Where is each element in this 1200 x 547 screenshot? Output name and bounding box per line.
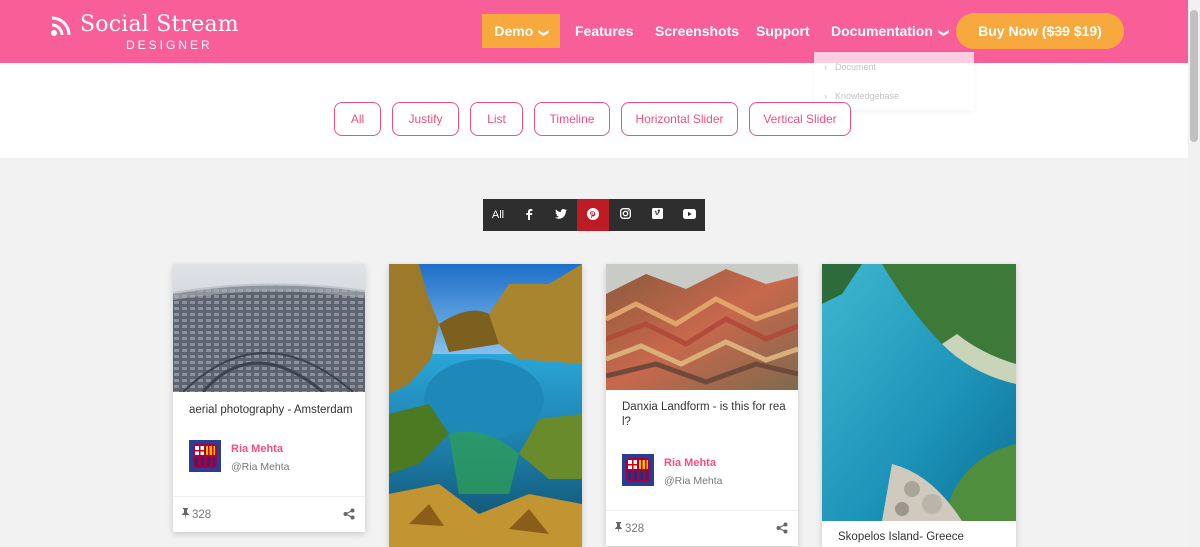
card-image[interactable] (606, 264, 798, 390)
avatar[interactable] (189, 440, 221, 472)
feed-card[interactable]: aerial photography - Amsterdam Ria Mehta… (173, 264, 365, 532)
buy-label: Buy Now ( (978, 23, 1047, 39)
pin-count-value: 328 (192, 509, 212, 521)
pin-icon (182, 508, 189, 519)
nav-documentation[interactable]: Documentation ❯ (831, 14, 949, 48)
card-footer: 328 (173, 496, 365, 532)
social-filter-bar: All (483, 199, 705, 231)
pin-count: 328 (614, 522, 644, 535)
share-icon[interactable] (343, 508, 355, 520)
logo[interactable]: Social Stream DESIGNER (50, 12, 239, 52)
youtube-icon[interactable] (673, 199, 705, 231)
dropdown-item-knowledgebase[interactable]: › Knowledgebase (824, 91, 907, 101)
chevron-right-icon: › (824, 91, 827, 101)
nav-screenshots[interactable]: Screenshots (655, 14, 739, 48)
instagram-icon[interactable] (609, 199, 641, 231)
rss-icon (51, 16, 71, 36)
share-icon[interactable] (776, 522, 788, 534)
filter-justify[interactable]: Justify (392, 102, 459, 136)
nav-support[interactable]: Support (756, 14, 810, 48)
pin-count-value: 328 (625, 523, 645, 535)
new-price: $19) (1069, 23, 1102, 39)
pinterest-icon[interactable] (577, 199, 609, 231)
chevron-down-icon: ❯ (938, 28, 950, 38)
dropdown-item-document[interactable]: › Document (824, 62, 884, 72)
filter-horizontal-slider[interactable]: Horizontal Slider (621, 102, 738, 136)
chevron-right-icon: › (824, 62, 827, 72)
author-name[interactable]: Ria Mehta (664, 457, 716, 469)
dropdown-item-label: Knowledgebase (835, 91, 900, 101)
card-image[interactable] (173, 264, 365, 392)
social-filter-all[interactable]: All (483, 199, 513, 231)
layout-filter: All Justify List Timeline Horizontal Sli… (334, 102, 851, 136)
dropdown-item-label: Document (835, 62, 877, 72)
avatar[interactable] (622, 454, 654, 486)
nav-features[interactable]: Features (575, 14, 633, 48)
site-header: Social Stream DESIGNER Demo ❯ Features Sc… (0, 0, 1188, 63)
author-handle: @Ria Mehta (664, 475, 723, 487)
feed-card[interactable] (389, 264, 582, 547)
pin-icon (615, 522, 622, 533)
feed-card[interactable]: Danxia Landform - is this for rea l? Ria… (606, 264, 798, 546)
author-name[interactable]: Ria Mehta (231, 443, 283, 455)
logo-title: Social Stream (80, 12, 239, 37)
vimeo-icon[interactable] (641, 199, 673, 231)
old-price: $39 (1046, 23, 1070, 39)
card-caption: aerial photography - Amsterdam (189, 404, 353, 416)
filter-all[interactable]: All (334, 102, 381, 136)
scrollbar-thumb[interactable] (1190, 10, 1198, 142)
pin-count: 328 (181, 508, 211, 521)
chevron-down-icon: ❯ (538, 28, 550, 38)
filter-vertical-slider[interactable]: Vertical Slider (749, 102, 851, 136)
author-handle: @Ria Mehta (231, 461, 290, 473)
filter-list[interactable]: List (470, 102, 523, 136)
feed-card[interactable]: Skopelos Island- Greece (822, 264, 1016, 547)
card-image[interactable] (822, 264, 1016, 521)
filter-timeline[interactable]: Timeline (534, 102, 610, 136)
logo-subtitle: DESIGNER (126, 38, 213, 52)
facebook-icon[interactable] (513, 199, 545, 231)
twitter-icon[interactable] (545, 199, 577, 231)
card-image[interactable] (389, 264, 582, 547)
nav-documentation-label: Documentation (831, 23, 933, 39)
nav-demo[interactable]: Demo ❯ (482, 14, 560, 48)
scrollbar[interactable] (1188, 0, 1200, 547)
card-caption: Danxia Landform - is this for rea l? (622, 401, 786, 428)
buy-now-button[interactable]: Buy Now ($39 $19) (956, 13, 1124, 49)
card-footer: 328 (606, 510, 798, 546)
card-caption: Skopelos Island- Greece (838, 531, 964, 543)
